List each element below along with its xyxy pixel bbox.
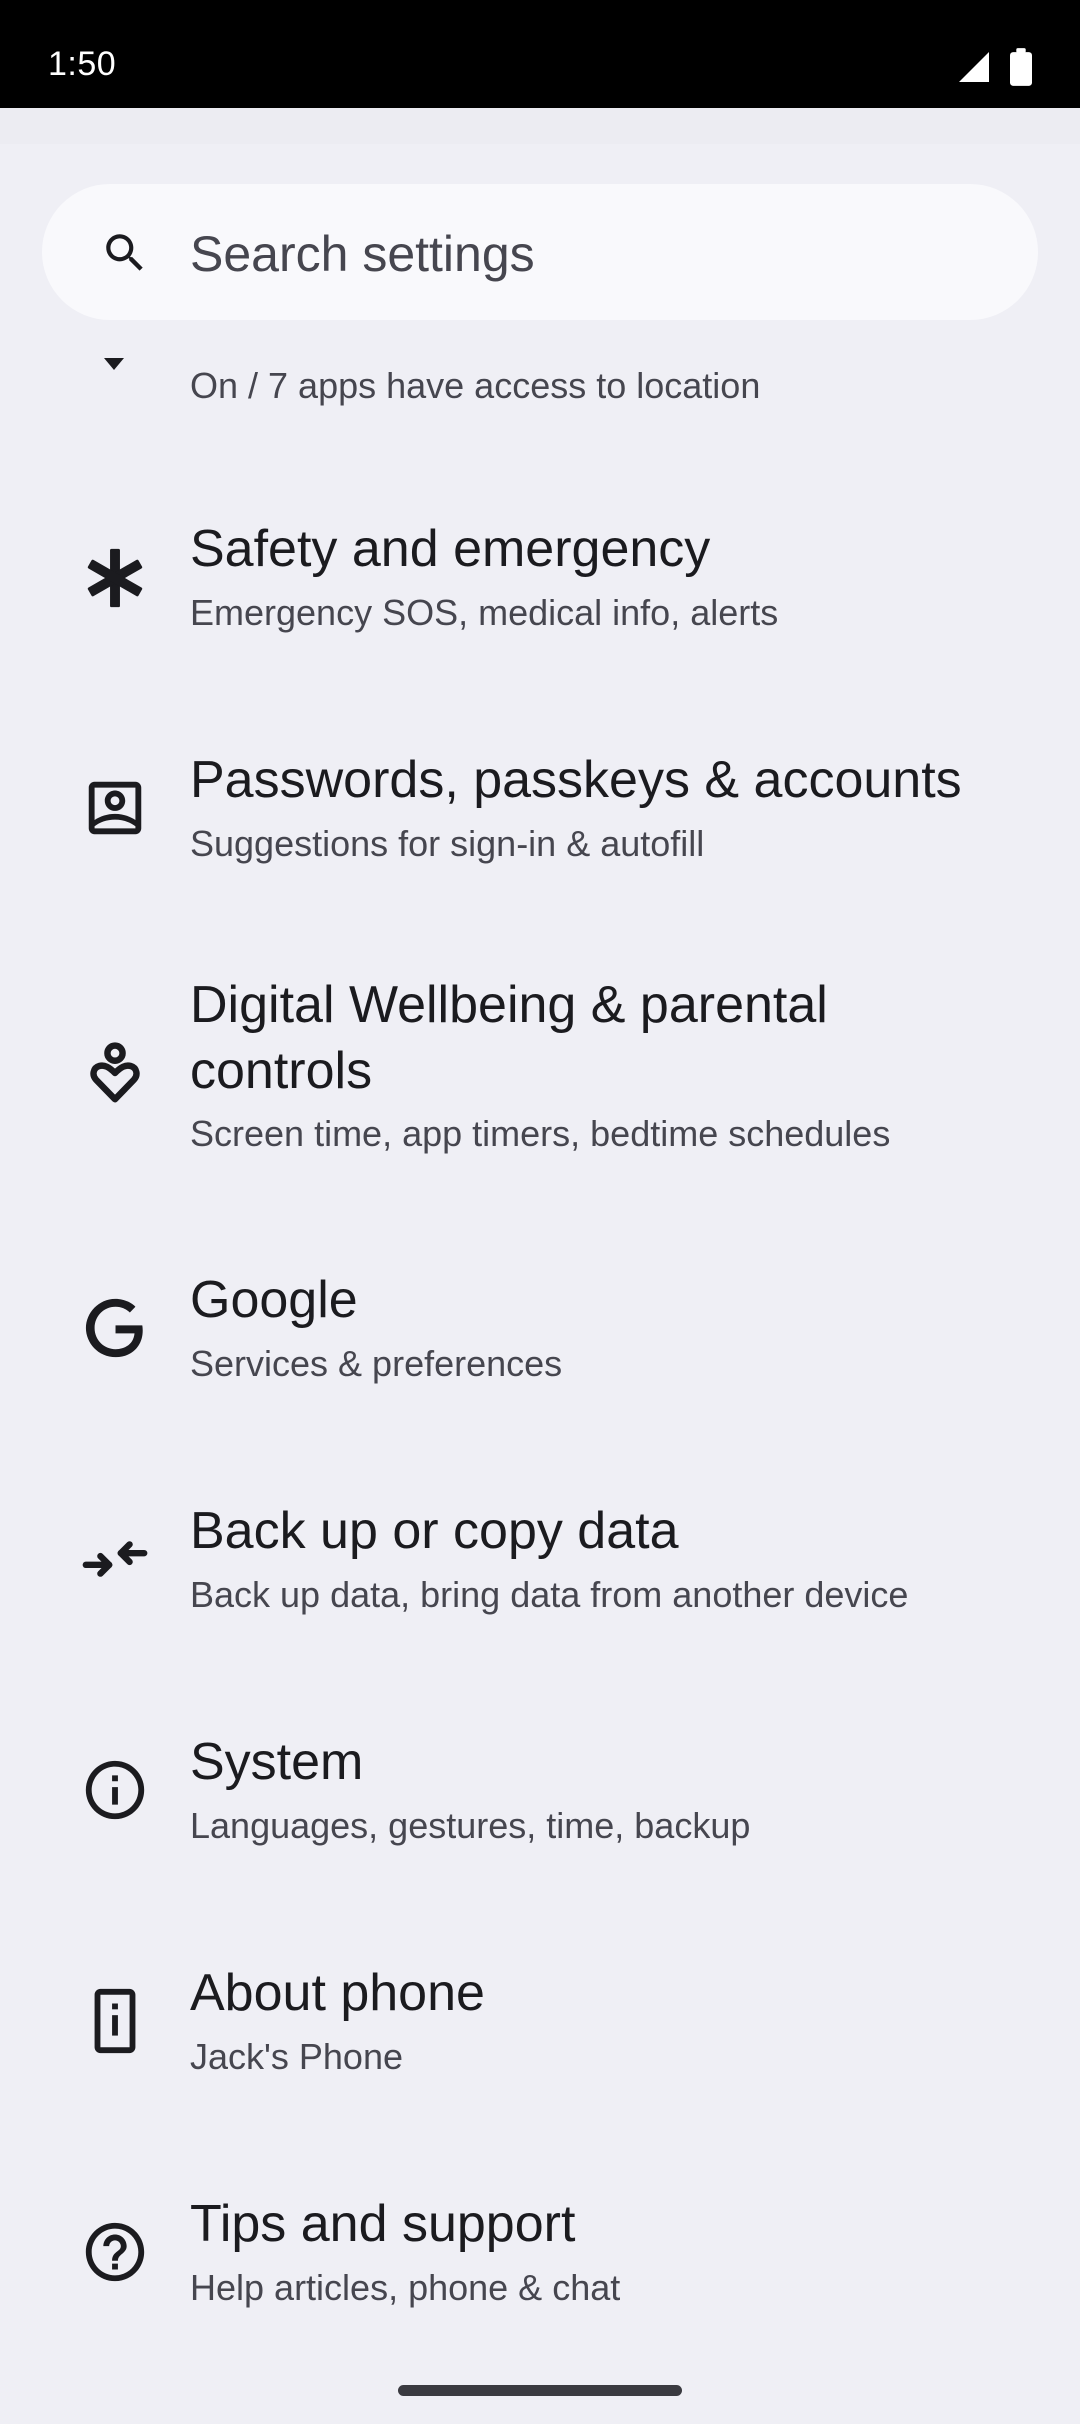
- location-subtitle: On / 7 apps have access to location: [190, 365, 761, 406]
- wellbeing-icon: [90, 1042, 140, 1103]
- list-item-system[interactable]: System Languages, gestures, time, backup: [0, 1713, 1080, 1913]
- search-bar[interactable]: Search settings: [42, 184, 1038, 320]
- status-bar: 1:50: [0, 0, 1080, 108]
- cellular-signal-icon: [959, 52, 989, 82]
- list-item-google[interactable]: Google Services & preferences: [0, 1251, 1080, 1451]
- item-title: About phone: [190, 1964, 485, 2022]
- list-item-backup-copy[interactable]: Back up or copy data Back up data, bring…: [0, 1482, 1080, 1682]
- item-subtitle: Screen time, app timers, bedtime schedul…: [190, 1113, 891, 1154]
- list-item-passwords-accounts[interactable]: Passwords, passkeys & accounts Suggestio…: [0, 731, 1080, 931]
- status-time: 1:50: [48, 45, 117, 83]
- info-icon: [85, 1760, 145, 1820]
- phone-info-icon: [94, 1988, 136, 2054]
- list-item-safety-emergency[interactable]: Safety and emergency Emergency SOS, medi…: [0, 500, 1080, 700]
- list-item-digital-wellbeing[interactable]: Digital Wellbeing & parental controls Sc…: [0, 962, 1080, 1222]
- item-subtitle: Jack's Phone: [190, 2036, 403, 2077]
- item-subtitle: Emergency SOS, medical info, alerts: [190, 592, 779, 633]
- search-input[interactable]: Search settings: [190, 226, 535, 282]
- location-icon: [104, 358, 124, 370]
- item-subtitle: Back up data, bring data from another de…: [190, 1574, 909, 1615]
- account-box-icon: [88, 781, 142, 835]
- item-title: Safety and emergency: [190, 520, 711, 578]
- item-subtitle: Help articles, phone & chat: [190, 2267, 621, 2308]
- search-icon: [106, 234, 143, 271]
- item-title: Passwords, passkeys & accounts: [190, 751, 962, 809]
- item-title: System: [190, 1733, 364, 1791]
- list-item-tips-support[interactable]: Tips and support Help articles, phone & …: [0, 2175, 1080, 2375]
- item-subtitle: Services & preferences: [190, 1343, 563, 1384]
- list-item-location[interactable]: On / 7 apps have access to location: [0, 340, 1080, 450]
- help-icon: [85, 2222, 145, 2282]
- asterisk-icon: [87, 548, 143, 608]
- gesture-navigation-handle[interactable]: [398, 2385, 682, 2396]
- item-title: Google: [190, 1271, 358, 1329]
- item-subtitle: Languages, gestures, time, backup: [190, 1805, 751, 1846]
- google-g-icon: [85, 1298, 143, 1358]
- item-title: Back up or copy data: [190, 1502, 679, 1560]
- battery-icon: [1010, 48, 1032, 86]
- list-item-about-phone[interactable]: About phone Jack's Phone: [0, 1944, 1080, 2144]
- item-title: Digital Wellbeing & parental controls: [190, 976, 828, 1100]
- status-icons: [956, 48, 1032, 86]
- item-title: Tips and support: [190, 2195, 576, 2253]
- item-subtitle: Suggestions for sign-in & autofill: [190, 823, 705, 864]
- app-bar-area: [0, 108, 1080, 144]
- backup-transfer-icon: [82, 1541, 148, 1577]
